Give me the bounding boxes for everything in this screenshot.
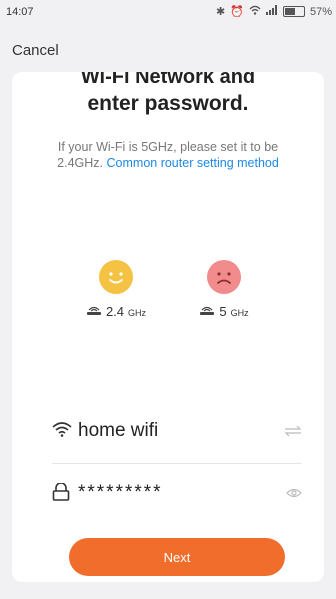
status-icons: ✱ ⏰ 57% <box>216 5 332 18</box>
band-value: 2.4 <box>105 304 125 319</box>
eye-icon[interactable] <box>286 486 302 504</box>
band-instruction: If your Wi-Fi is 5GHz, please set it to … <box>52 139 284 171</box>
wifi-status-icon <box>249 5 261 18</box>
status-bar: 14:07 ✱ ⏰ 57% <box>0 0 336 24</box>
band-5ghz: 5 GHz <box>184 260 264 319</box>
band-value: 5 <box>219 304 227 319</box>
switch-network-icon[interactable] <box>284 424 302 442</box>
smile-face-icon <box>99 260 133 294</box>
lock-icon <box>52 482 70 506</box>
wifi-setup-card: Wi-Fi Network and enter password. If you… <box>12 72 324 582</box>
alarm-icon: ⏰ <box>230 6 244 18</box>
title-line-2: enter password. <box>87 92 249 115</box>
band-unit: GHz <box>128 308 147 318</box>
router-setting-link[interactable]: Common router setting method <box>107 156 279 170</box>
router-icon <box>86 304 102 319</box>
band-label-2-4: 2.4 GHz <box>76 304 156 319</box>
sad-face-icon <box>207 260 241 294</box>
next-button[interactable]: Next <box>69 538 285 576</box>
password-field[interactable]: ********* <box>52 474 302 514</box>
signal-icon <box>265 5 278 18</box>
field-divider <box>52 463 302 464</box>
band-2-4ghz: 2.4 GHz <box>76 260 156 319</box>
cancel-button[interactable]: Cancel <box>12 42 59 59</box>
password-value[interactable]: ********* <box>78 482 163 504</box>
bluetooth-icon: ✱ <box>216 6 226 18</box>
router-icon <box>199 304 215 319</box>
battery-icon <box>282 6 305 17</box>
status-time: 14:07 <box>6 6 34 18</box>
band-label-5: 5 GHz <box>184 304 264 319</box>
ssid-value[interactable]: home wifi <box>78 420 158 442</box>
wifi-icon <box>52 421 72 442</box>
battery-percent: 57% <box>309 5 332 18</box>
title-line-1: Wi-Fi Network and <box>80 72 256 88</box>
wifi-ssid-field[interactable]: home wifi <box>52 412 302 452</box>
band-unit: GHz <box>230 308 249 318</box>
